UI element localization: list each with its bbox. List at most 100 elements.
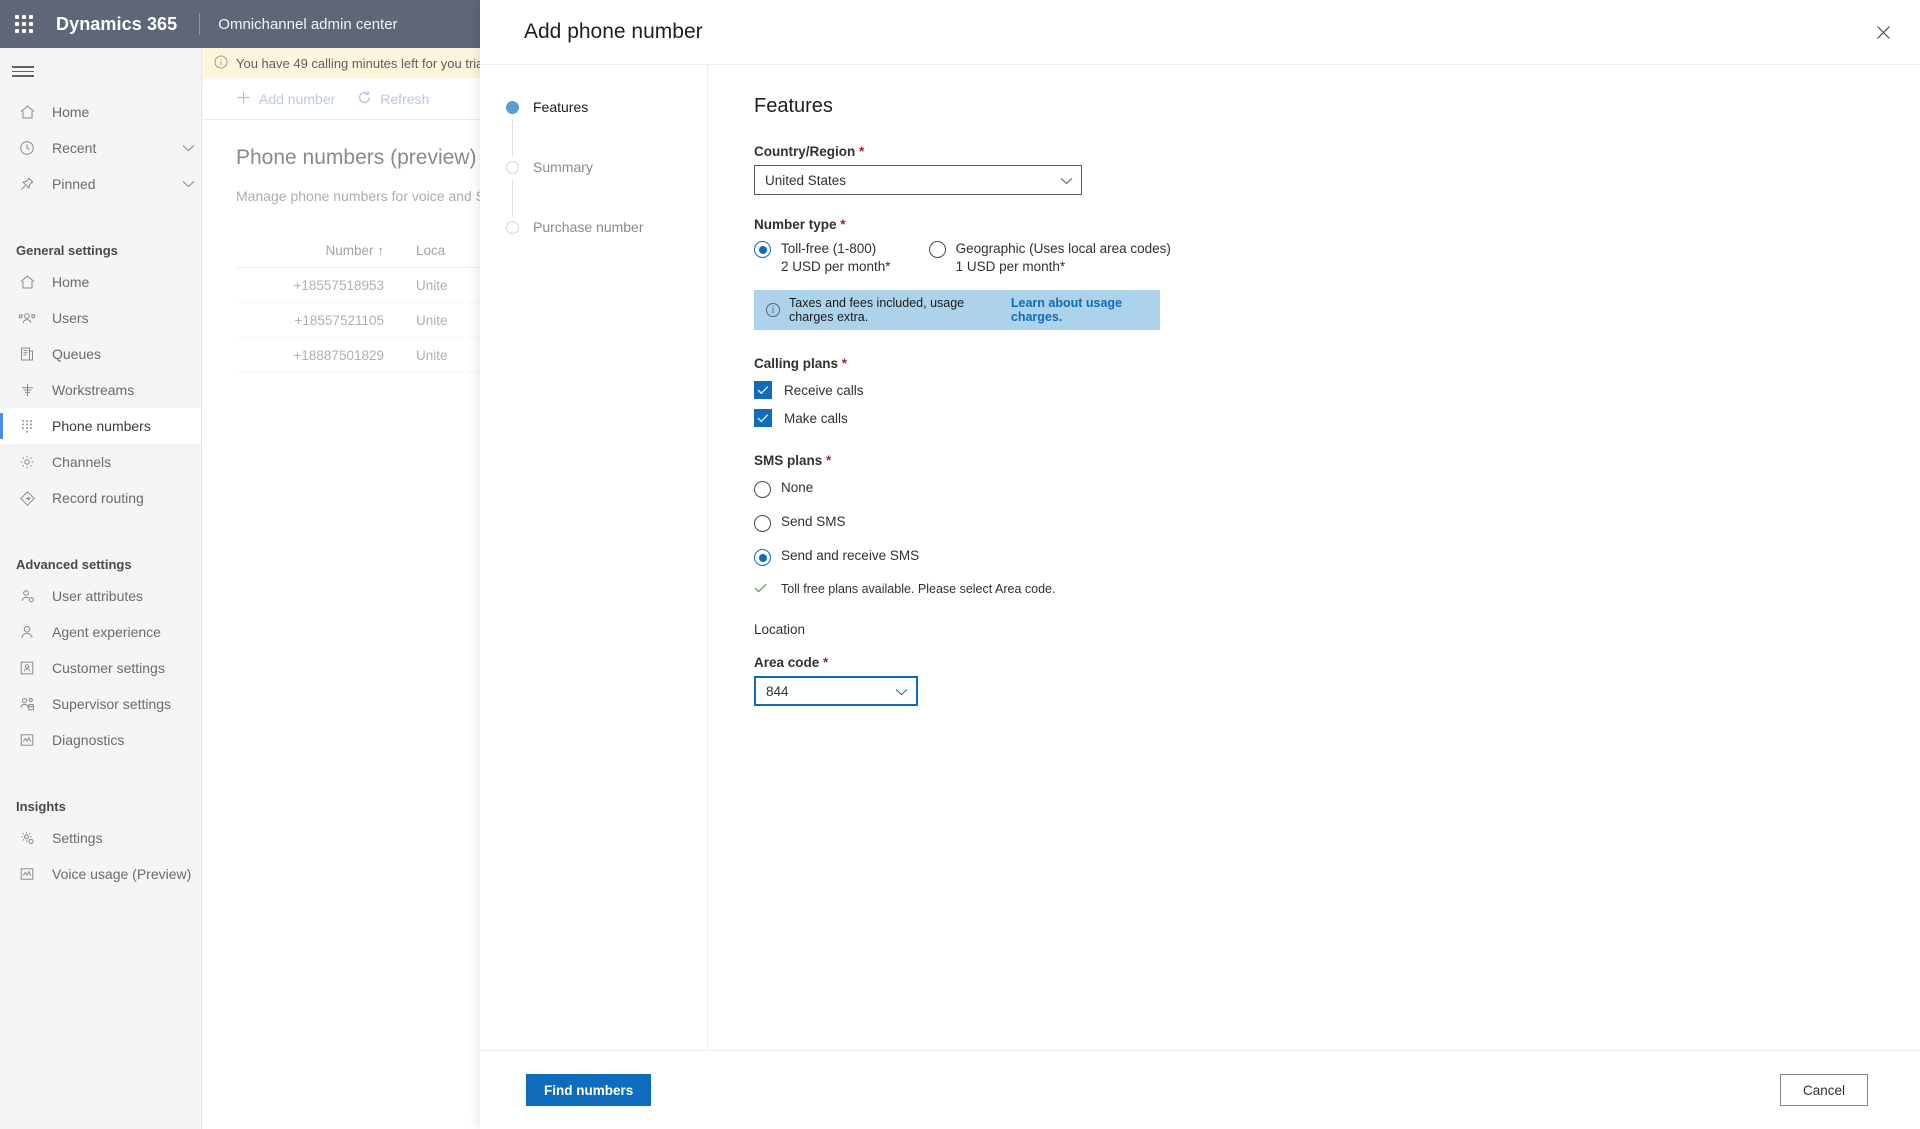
pane-title: Features bbox=[754, 95, 833, 117]
option-line2: 2 USD per month* bbox=[781, 259, 891, 274]
step-summary[interactable]: Summary bbox=[480, 157, 707, 217]
brand-label: Dynamics 365 bbox=[56, 13, 178, 34]
step-dot-icon bbox=[506, 221, 519, 234]
checkbox-icon[interactable] bbox=[754, 381, 772, 399]
dialog-body: Features Summary Purchase number Feature… bbox=[480, 65, 1920, 1050]
sidebar-item-customer-settings[interactable]: Customer settings bbox=[0, 650, 201, 686]
radio-icon[interactable] bbox=[928, 241, 946, 258]
sms-plan-option-none[interactable]: None bbox=[754, 480, 1920, 498]
record-routing-icon bbox=[16, 489, 38, 507]
checkbox-receive-calls[interactable]: Receive calls bbox=[754, 381, 1920, 399]
cell-number: +18557518953 bbox=[293, 277, 384, 293]
sidebar-item-label: Diagnostics bbox=[52, 732, 125, 748]
gear-icon bbox=[16, 453, 38, 471]
sidebar-item-home[interactable]: Home bbox=[0, 264, 201, 300]
sidebar-item-label: Workstreams bbox=[52, 382, 135, 398]
number-type-options: Toll-free (1-800) 2 USD per month* Geogr… bbox=[754, 240, 1920, 276]
sidebar-item-supervisor-settings[interactable]: Supervisor settings bbox=[0, 686, 201, 722]
sidebar-item-home-quick[interactable]: Home bbox=[0, 94, 201, 130]
sidebar-item-settings[interactable]: Settings bbox=[0, 820, 201, 856]
queues-icon bbox=[16, 345, 38, 363]
checkbox-icon[interactable] bbox=[754, 409, 772, 427]
calling-plans-field: Calling plans * Receive calls Make calls bbox=[754, 356, 1920, 427]
usage-charges-info-banner: i Taxes and fees included, usage charges… bbox=[754, 290, 1160, 330]
sidebar-item-phone-numbers[interactable]: Phone numbers bbox=[0, 408, 201, 444]
sidebar-item-label: Supervisor settings bbox=[52, 696, 172, 712]
country-region-field: Country/Region * United States bbox=[754, 144, 1920, 195]
number-type-label: Number type * bbox=[754, 217, 1920, 232]
sidebar-item-label: Agent experience bbox=[52, 624, 161, 640]
cancel-button[interactable]: Cancel bbox=[1779, 1074, 1868, 1106]
supervisor-icon bbox=[16, 695, 38, 713]
learn-about-usage-charges-link[interactable]: Learn about usage charges. bbox=[1011, 296, 1148, 324]
user-attributes-icon bbox=[16, 587, 38, 605]
sidebar-item-label: User attributes bbox=[52, 588, 144, 604]
sidebar-item-label: Pinned bbox=[52, 176, 96, 192]
sidebar-item-pinned[interactable]: Pinned bbox=[0, 166, 201, 202]
hamburger-icon[interactable] bbox=[0, 48, 201, 94]
step-connector bbox=[512, 119, 513, 157]
sidebar-item-label: Voice usage (Preview) bbox=[52, 866, 192, 882]
sidebar-item-diagnostics[interactable]: Diagnostics bbox=[0, 722, 201, 758]
waffle-icon[interactable] bbox=[0, 0, 48, 48]
calling-plans-label-text: Calling plans bbox=[754, 356, 839, 371]
refresh-button[interactable]: Refresh bbox=[349, 83, 437, 115]
country-region-select[interactable]: United States bbox=[754, 165, 1082, 195]
chevron-down-icon bbox=[895, 684, 908, 699]
area-code-value: 844 bbox=[766, 683, 789, 699]
users-icon bbox=[16, 309, 38, 327]
info-icon bbox=[214, 55, 228, 72]
area-code-field: Area code * 844 bbox=[754, 655, 1920, 706]
add-number-button[interactable]: Add number bbox=[228, 83, 343, 115]
refresh-icon bbox=[357, 90, 372, 108]
step-purchase-number[interactable]: Purchase number bbox=[480, 217, 707, 277]
customer-settings-icon bbox=[16, 659, 38, 677]
clock-icon bbox=[16, 139, 38, 157]
step-features[interactable]: Features bbox=[480, 97, 707, 157]
cell-number: +18887501829 bbox=[293, 347, 384, 363]
radio-icon[interactable] bbox=[754, 241, 771, 258]
chevron-down-icon[interactable] bbox=[175, 144, 201, 152]
sms-plan-option-send-sms[interactable]: Send SMS bbox=[754, 514, 1920, 532]
step-connector bbox=[512, 179, 513, 217]
sidebar-item-label: Home bbox=[52, 274, 90, 290]
country-region-label-text: Country/Region bbox=[754, 144, 856, 159]
sms-plans-options: None Send SMS Send and receive SMS bbox=[754, 480, 1920, 566]
sidebar-item-user-attributes[interactable]: User attributes bbox=[0, 578, 201, 614]
sidebar-item-voice-usage[interactable]: Voice usage (Preview) bbox=[0, 856, 201, 892]
sidebar-item-recent[interactable]: Recent bbox=[0, 130, 201, 166]
sidebar-item-agent-experience[interactable]: Agent experience bbox=[0, 614, 201, 650]
sidebar-item-label: Settings bbox=[52, 830, 103, 846]
sidebar-item-channels[interactable]: Channels bbox=[0, 444, 201, 480]
chevron-down-icon[interactable] bbox=[175, 180, 201, 188]
features-pane: Features Country/Region * United States … bbox=[708, 65, 1920, 1050]
required-marker: * bbox=[823, 655, 829, 670]
sms-plan-option-label: Send SMS bbox=[781, 514, 846, 529]
area-code-select[interactable]: 844 bbox=[754, 676, 918, 706]
area-code-label-text: Area code bbox=[754, 655, 820, 670]
voice-usage-icon bbox=[16, 865, 38, 883]
sms-plan-option-send-and-receive-sms[interactable]: Send and receive SMS bbox=[754, 548, 1920, 566]
number-type-option-toll-free[interactable]: Toll-free (1-800) 2 USD per month* bbox=[754, 240, 891, 276]
radio-icon[interactable] bbox=[754, 515, 771, 532]
column-header-number[interactable]: Number ↑ bbox=[236, 243, 416, 258]
plus-icon bbox=[236, 90, 251, 108]
sms-plans-field: SMS plans * None Send SMS Send and recei… bbox=[754, 453, 1920, 596]
sidebar-item-record-routing[interactable]: Record routing bbox=[0, 480, 201, 516]
sms-plans-label-text: SMS plans bbox=[754, 453, 823, 468]
number-type-option-geographic[interactable]: Geographic (Uses local area codes) 1 USD… bbox=[928, 240, 1171, 276]
radio-icon[interactable] bbox=[754, 481, 771, 498]
checkbox-make-calls[interactable]: Make calls bbox=[754, 409, 1920, 427]
area-code-label: Area code * bbox=[754, 655, 1920, 670]
radio-icon[interactable] bbox=[754, 549, 771, 566]
sidebar-item-queues[interactable]: Queues bbox=[0, 336, 201, 372]
info-banner-text: Taxes and fees included, usage charges e… bbox=[789, 296, 965, 324]
sidebar-item-users[interactable]: Users bbox=[0, 300, 201, 336]
close-icon[interactable] bbox=[1860, 9, 1906, 55]
gear-insights-icon bbox=[16, 829, 38, 847]
sidebar-item-workstreams[interactable]: Workstreams bbox=[0, 372, 201, 408]
find-numbers-button[interactable]: Find numbers bbox=[526, 1074, 652, 1106]
sidebar-item-label: Record routing bbox=[52, 490, 144, 506]
